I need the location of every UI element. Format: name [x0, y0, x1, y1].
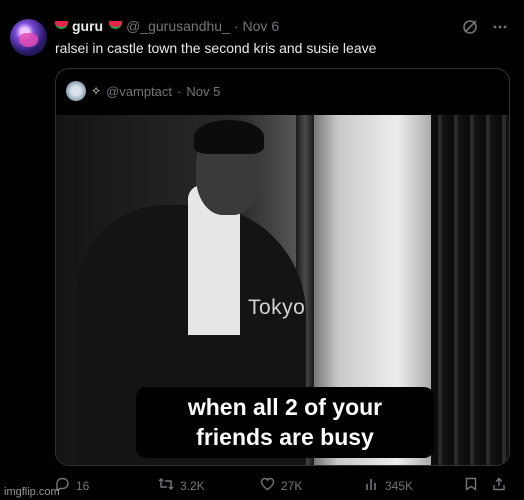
- ellipsis-icon[interactable]: [492, 19, 508, 39]
- quoted-tweet[interactable]: ✧ @vamptact · Nov 5 Tokyo when all 2 of …: [55, 68, 510, 466]
- separator: ·: [233, 18, 239, 34]
- image-watermark: Tokyo: [248, 296, 306, 319]
- tweet-header: guru @_gurusandhu_ · Nov 6: [55, 18, 279, 34]
- caption-line: when all 2 of your: [187, 394, 383, 420]
- top-icons: [462, 19, 508, 39]
- share-icon: [492, 477, 506, 494]
- views-button[interactable]: 345K: [365, 477, 413, 494]
- bookmark-button[interactable]: [465, 477, 477, 494]
- meme-image[interactable]: Tokyo when all 2 of your friends are bus…: [56, 115, 509, 465]
- tweet-text: ralsei in castle town the second kris an…: [55, 40, 377, 56]
- watermelon-icon: [55, 21, 68, 29]
- reply-count: 16: [76, 478, 90, 493]
- bar-chart-icon: [365, 477, 379, 494]
- tweet-date[interactable]: Nov 6: [243, 18, 280, 34]
- meme-caption: when all 2 of your friends are busy: [136, 387, 434, 458]
- separator: ·: [177, 83, 182, 99]
- retweet-count: 3.2K: [180, 478, 205, 493]
- share-button[interactable]: [492, 477, 506, 494]
- watermelon-icon: [109, 21, 123, 29]
- avatar[interactable]: [10, 19, 47, 56]
- sparkle-icon: ✧: [91, 84, 102, 98]
- quoted-date[interactable]: Nov 5: [186, 84, 220, 99]
- caption-line: friends are busy: [196, 424, 374, 450]
- imgflip-watermark: imgflip.com: [4, 486, 60, 498]
- like-button[interactable]: 27K: [260, 477, 302, 494]
- views-count: 345K: [385, 478, 414, 493]
- heart-icon: [260, 477, 275, 494]
- quoted-avatar[interactable]: [66, 81, 86, 101]
- display-name[interactable]: guru: [72, 18, 103, 34]
- quoted-tweet-header: ✧ @vamptact · Nov 5: [66, 81, 220, 101]
- quoted-handle[interactable]: @vamptact: [106, 84, 172, 99]
- bookmark-icon: [465, 477, 477, 494]
- slashed-circle-icon[interactable]: [462, 19, 478, 39]
- retweet-button[interactable]: 3.2K: [158, 477, 205, 494]
- man-hair: [194, 120, 264, 154]
- curtain: [431, 115, 509, 465]
- reply-button[interactable]: 16: [55, 477, 89, 494]
- retweet-icon: [158, 477, 174, 494]
- like-count: 27K: [281, 478, 303, 493]
- action-bar: 16 3.2K 27K 345K: [55, 477, 510, 497]
- user-handle[interactable]: @_gurusandhu_: [126, 18, 230, 34]
